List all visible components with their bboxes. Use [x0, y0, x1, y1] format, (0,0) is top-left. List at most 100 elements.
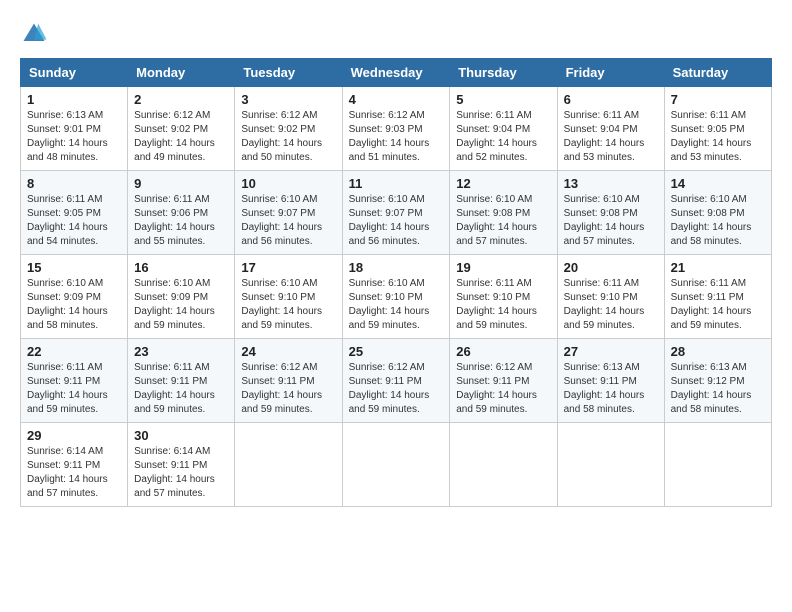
- calendar-cell: 8 Sunrise: 6:11 AM Sunset: 9:05 PM Dayli…: [21, 171, 128, 255]
- day-number: 11: [349, 176, 444, 191]
- day-info: Sunrise: 6:10 AM Sunset: 9:09 PM Dayligh…: [27, 277, 121, 333]
- calendar-cell: [664, 423, 771, 507]
- calendar-cell: 19 Sunrise: 6:11 AM Sunset: 9:10 PM Dayl…: [450, 255, 557, 339]
- calendar-week-row: 8 Sunrise: 6:11 AM Sunset: 9:05 PM Dayli…: [21, 171, 772, 255]
- day-number: 3: [241, 92, 335, 107]
- day-info: Sunrise: 6:11 AM Sunset: 9:04 PM Dayligh…: [564, 109, 658, 165]
- calendar-cell: 17 Sunrise: 6:10 AM Sunset: 9:10 PM Dayl…: [235, 255, 342, 339]
- day-info: Sunrise: 6:10 AM Sunset: 9:10 PM Dayligh…: [241, 277, 335, 333]
- day-info: Sunrise: 6:11 AM Sunset: 9:05 PM Dayligh…: [27, 193, 121, 249]
- day-number: 12: [456, 176, 550, 191]
- calendar-cell: 22 Sunrise: 6:11 AM Sunset: 9:11 PM Dayl…: [21, 339, 128, 423]
- day-number: 5: [456, 92, 550, 107]
- calendar-cell: [557, 423, 664, 507]
- day-info: Sunrise: 6:10 AM Sunset: 9:08 PM Dayligh…: [456, 193, 550, 249]
- weekday-header-monday: Monday: [128, 59, 235, 87]
- calendar-cell: 2 Sunrise: 6:12 AM Sunset: 9:02 PM Dayli…: [128, 87, 235, 171]
- weekday-header-sunday: Sunday: [21, 59, 128, 87]
- day-info: Sunrise: 6:12 AM Sunset: 9:02 PM Dayligh…: [134, 109, 228, 165]
- day-number: 14: [671, 176, 765, 191]
- page-header: [20, 20, 772, 48]
- calendar-cell: 25 Sunrise: 6:12 AM Sunset: 9:11 PM Dayl…: [342, 339, 450, 423]
- day-number: 26: [456, 344, 550, 359]
- day-number: 24: [241, 344, 335, 359]
- calendar-cell: 20 Sunrise: 6:11 AM Sunset: 9:10 PM Dayl…: [557, 255, 664, 339]
- calendar-cell: 28 Sunrise: 6:13 AM Sunset: 9:12 PM Dayl…: [664, 339, 771, 423]
- day-number: 4: [349, 92, 444, 107]
- calendar-cell: 23 Sunrise: 6:11 AM Sunset: 9:11 PM Dayl…: [128, 339, 235, 423]
- calendar-cell: 13 Sunrise: 6:10 AM Sunset: 9:08 PM Dayl…: [557, 171, 664, 255]
- day-info: Sunrise: 6:12 AM Sunset: 9:11 PM Dayligh…: [241, 361, 335, 417]
- calendar-cell: 5 Sunrise: 6:11 AM Sunset: 9:04 PM Dayli…: [450, 87, 557, 171]
- day-info: Sunrise: 6:10 AM Sunset: 9:09 PM Dayligh…: [134, 277, 228, 333]
- day-number: 23: [134, 344, 228, 359]
- day-number: 2: [134, 92, 228, 107]
- day-number: 15: [27, 260, 121, 275]
- calendar-cell: 18 Sunrise: 6:10 AM Sunset: 9:10 PM Dayl…: [342, 255, 450, 339]
- day-number: 30: [134, 428, 228, 443]
- calendar-cell: 9 Sunrise: 6:11 AM Sunset: 9:06 PM Dayli…: [128, 171, 235, 255]
- day-info: Sunrise: 6:11 AM Sunset: 9:04 PM Dayligh…: [456, 109, 550, 165]
- day-info: Sunrise: 6:13 AM Sunset: 9:01 PM Dayligh…: [27, 109, 121, 165]
- day-info: Sunrise: 6:12 AM Sunset: 9:11 PM Dayligh…: [456, 361, 550, 417]
- calendar-cell: 12 Sunrise: 6:10 AM Sunset: 9:08 PM Dayl…: [450, 171, 557, 255]
- day-info: Sunrise: 6:12 AM Sunset: 9:03 PM Dayligh…: [349, 109, 444, 165]
- calendar-cell: [342, 423, 450, 507]
- calendar-cell: 30 Sunrise: 6:14 AM Sunset: 9:11 PM Dayl…: [128, 423, 235, 507]
- calendar-cell: [235, 423, 342, 507]
- calendar-cell: 24 Sunrise: 6:12 AM Sunset: 9:11 PM Dayl…: [235, 339, 342, 423]
- calendar-week-row: 22 Sunrise: 6:11 AM Sunset: 9:11 PM Dayl…: [21, 339, 772, 423]
- calendar-cell: 6 Sunrise: 6:11 AM Sunset: 9:04 PM Dayli…: [557, 87, 664, 171]
- day-info: Sunrise: 6:11 AM Sunset: 9:11 PM Dayligh…: [134, 361, 228, 417]
- calendar-cell: 10 Sunrise: 6:10 AM Sunset: 9:07 PM Dayl…: [235, 171, 342, 255]
- calendar-cell: 21 Sunrise: 6:11 AM Sunset: 9:11 PM Dayl…: [664, 255, 771, 339]
- day-number: 22: [27, 344, 121, 359]
- weekday-header-wednesday: Wednesday: [342, 59, 450, 87]
- weekday-header-friday: Friday: [557, 59, 664, 87]
- day-info: Sunrise: 6:12 AM Sunset: 9:02 PM Dayligh…: [241, 109, 335, 165]
- calendar-cell: [450, 423, 557, 507]
- day-number: 9: [134, 176, 228, 191]
- calendar-week-row: 15 Sunrise: 6:10 AM Sunset: 9:09 PM Dayl…: [21, 255, 772, 339]
- day-number: 10: [241, 176, 335, 191]
- logo-icon: [20, 20, 48, 48]
- day-number: 28: [671, 344, 765, 359]
- day-info: Sunrise: 6:10 AM Sunset: 9:07 PM Dayligh…: [349, 193, 444, 249]
- day-number: 8: [27, 176, 121, 191]
- day-info: Sunrise: 6:11 AM Sunset: 9:06 PM Dayligh…: [134, 193, 228, 249]
- day-number: 6: [564, 92, 658, 107]
- calendar-cell: 27 Sunrise: 6:13 AM Sunset: 9:11 PM Dayl…: [557, 339, 664, 423]
- calendar-cell: 3 Sunrise: 6:12 AM Sunset: 9:02 PM Dayli…: [235, 87, 342, 171]
- day-number: 17: [241, 260, 335, 275]
- calendar-cell: 26 Sunrise: 6:12 AM Sunset: 9:11 PM Dayl…: [450, 339, 557, 423]
- day-number: 20: [564, 260, 658, 275]
- day-info: Sunrise: 6:14 AM Sunset: 9:11 PM Dayligh…: [27, 445, 121, 501]
- weekday-header-saturday: Saturday: [664, 59, 771, 87]
- day-info: Sunrise: 6:10 AM Sunset: 9:08 PM Dayligh…: [564, 193, 658, 249]
- logo: [20, 20, 52, 48]
- calendar-cell: 14 Sunrise: 6:10 AM Sunset: 9:08 PM Dayl…: [664, 171, 771, 255]
- day-number: 7: [671, 92, 765, 107]
- day-info: Sunrise: 6:11 AM Sunset: 9:11 PM Dayligh…: [671, 277, 765, 333]
- calendar-week-row: 29 Sunrise: 6:14 AM Sunset: 9:11 PM Dayl…: [21, 423, 772, 507]
- calendar-table: SundayMondayTuesdayWednesdayThursdayFrid…: [20, 58, 772, 507]
- day-number: 27: [564, 344, 658, 359]
- day-info: Sunrise: 6:11 AM Sunset: 9:10 PM Dayligh…: [456, 277, 550, 333]
- day-number: 13: [564, 176, 658, 191]
- day-number: 19: [456, 260, 550, 275]
- calendar-cell: 4 Sunrise: 6:12 AM Sunset: 9:03 PM Dayli…: [342, 87, 450, 171]
- calendar-cell: 15 Sunrise: 6:10 AM Sunset: 9:09 PM Dayl…: [21, 255, 128, 339]
- day-info: Sunrise: 6:11 AM Sunset: 9:05 PM Dayligh…: [671, 109, 765, 165]
- day-info: Sunrise: 6:10 AM Sunset: 9:08 PM Dayligh…: [671, 193, 765, 249]
- day-number: 21: [671, 260, 765, 275]
- day-number: 25: [349, 344, 444, 359]
- calendar-cell: 11 Sunrise: 6:10 AM Sunset: 9:07 PM Dayl…: [342, 171, 450, 255]
- calendar-week-row: 1 Sunrise: 6:13 AM Sunset: 9:01 PM Dayli…: [21, 87, 772, 171]
- day-number: 18: [349, 260, 444, 275]
- day-info: Sunrise: 6:13 AM Sunset: 9:12 PM Dayligh…: [671, 361, 765, 417]
- weekday-header-tuesday: Tuesday: [235, 59, 342, 87]
- day-number: 16: [134, 260, 228, 275]
- weekday-header-row: SundayMondayTuesdayWednesdayThursdayFrid…: [21, 59, 772, 87]
- day-info: Sunrise: 6:10 AM Sunset: 9:10 PM Dayligh…: [349, 277, 444, 333]
- calendar-cell: 7 Sunrise: 6:11 AM Sunset: 9:05 PM Dayli…: [664, 87, 771, 171]
